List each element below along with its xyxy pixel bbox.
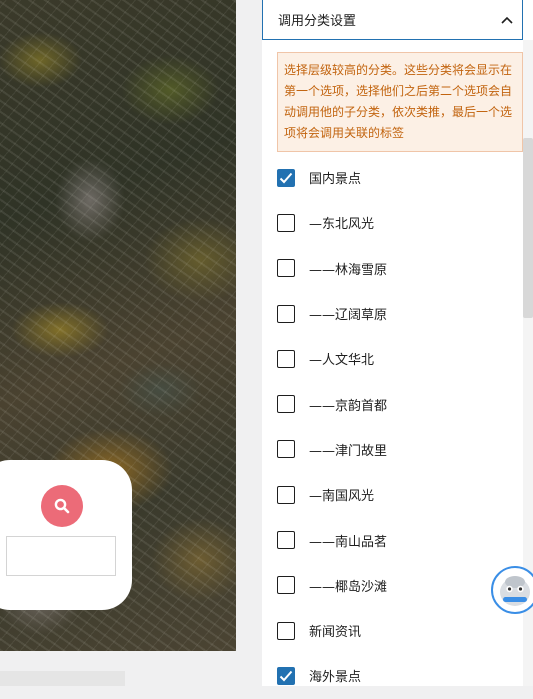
- category-checkbox[interactable]: [277, 259, 295, 278]
- category-option[interactable]: —东北风光: [277, 200, 517, 245]
- category-checkbox[interactable]: [277, 666, 295, 685]
- category-checkbox[interactable]: [277, 485, 295, 504]
- category-option[interactable]: ——京韵首都: [277, 381, 517, 426]
- category-checkbox[interactable]: [277, 395, 295, 414]
- category-settings-toggle[interactable]: 调用分类设置: [262, 0, 523, 40]
- category-label: ——椰岛沙滩: [309, 579, 388, 595]
- category-label: ——南山品茗: [309, 534, 388, 550]
- category-label: ——津门故里: [309, 443, 388, 459]
- category-option[interactable]: ——南山品茗: [277, 517, 517, 562]
- category-checkbox[interactable]: [277, 576, 295, 595]
- mascot-avatar-icon: [500, 576, 530, 606]
- chevron-up-icon: [500, 13, 514, 27]
- search-input[interactable]: [6, 536, 116, 576]
- category-checkbox[interactable]: [277, 304, 295, 323]
- category-list: 国内景点 —东北风光 ——林海雪原 ——辽阔草原 —人文华北 ——京韵首都 ——津门故里 —南…: [277, 155, 517, 699]
- search-icon: [54, 498, 70, 514]
- search-button[interactable]: [41, 485, 83, 527]
- category-checkbox[interactable]: [277, 168, 295, 187]
- editor-footer-strip: [0, 651, 262, 686]
- category-checkbox[interactable]: [277, 440, 295, 459]
- category-option[interactable]: 海外景点: [277, 653, 517, 698]
- category-checkbox[interactable]: [277, 621, 295, 640]
- footer-block: [0, 671, 125, 686]
- category-label: 新闻资讯: [309, 625, 362, 641]
- help-mascot-button[interactable]: [491, 566, 533, 614]
- category-checkbox[interactable]: [277, 349, 295, 368]
- category-option[interactable]: ——林海雪原: [277, 246, 517, 291]
- category-option[interactable]: —南国风光: [277, 472, 517, 517]
- category-label: ——京韵首都: [309, 398, 388, 414]
- category-option[interactable]: 新闻资讯: [277, 608, 517, 653]
- category-label: —人文华北: [309, 353, 375, 369]
- panel-title: 调用分类设置: [278, 14, 357, 29]
- category-label: 海外景点: [309, 670, 362, 686]
- category-label: ——辽阔草原: [309, 308, 388, 324]
- category-option[interactable]: 国内景点: [277, 155, 517, 200]
- category-label: 国内景点: [309, 172, 362, 188]
- checkmark-icon: [279, 670, 293, 682]
- category-label: —南国风光: [309, 489, 375, 505]
- search-widget: [0, 460, 132, 610]
- scrollbar-thumb[interactable]: [523, 138, 533, 318]
- category-option[interactable]: ——辽阔草原: [277, 291, 517, 336]
- category-checkbox[interactable]: [277, 213, 295, 232]
- category-option[interactable]: ——椰岛沙滩: [277, 563, 517, 608]
- category-checkbox[interactable]: [277, 531, 295, 550]
- category-label: —东北风光: [309, 217, 375, 233]
- checkmark-icon: [279, 172, 293, 184]
- category-option[interactable]: —人文华北: [277, 336, 517, 381]
- category-label: ——林海雪原: [309, 262, 388, 278]
- category-option[interactable]: ——津门故里: [277, 427, 517, 472]
- category-notice: 选择层级较高的分类。这些分类将会显示在第一个选项，选择他们之后第二个选项会自动调…: [277, 52, 523, 152]
